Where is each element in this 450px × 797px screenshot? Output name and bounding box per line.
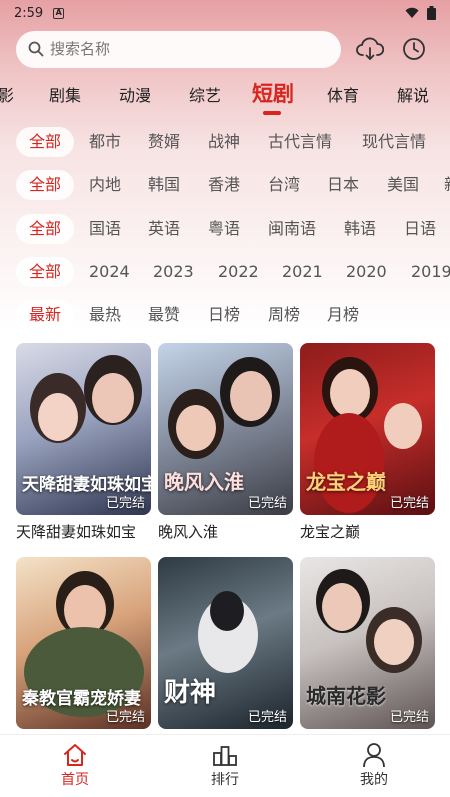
status-time: 2:59: [14, 5, 44, 21]
filter-chip[interactable]: 全部: [16, 214, 75, 244]
search-input[interactable]: [50, 40, 310, 58]
active-tab-indicator: [263, 111, 281, 115]
search-row: [16, 30, 436, 68]
video-poster[interactable]: 龙宝之巅 已完结: [300, 343, 435, 515]
home-icon: [64, 744, 86, 766]
status-badge: 已完结: [105, 496, 145, 511]
filter-chip[interactable]: 2023: [153, 257, 194, 287]
filter-chip[interactable]: 2024: [89, 257, 130, 287]
filter-chip[interactable]: 都市: [89, 127, 121, 157]
video-card[interactable]: 财神 已完结: [158, 557, 293, 735]
poster-title: 龙宝之巅: [306, 470, 386, 494]
status-badge: 已完结: [247, 710, 287, 725]
battery-icon: [427, 6, 436, 20]
filter-chip[interactable]: 2021: [282, 257, 323, 287]
tab-movie[interactable]: 影: [0, 82, 14, 106]
poster-title: 财神: [164, 678, 217, 708]
bottom-navigation: 首页 排行 我的: [0, 734, 450, 797]
poster-title: 城南花影: [306, 684, 386, 708]
filter-chip[interactable]: 国语: [89, 214, 121, 244]
nav-home-label: 首页: [61, 772, 89, 788]
filter-chip[interactable]: 月榜: [327, 300, 359, 330]
tab-series[interactable]: 剧集: [49, 82, 81, 106]
filter-row-genre: 全部 都市 赘婿 战神 古代言情 现代言情: [0, 125, 450, 159]
filter-chip[interactable]: 全部: [16, 170, 75, 200]
video-poster[interactable]: 天降甜妻如珠如宝 已完结: [16, 343, 151, 515]
ranking-icon: [213, 746, 237, 766]
nav-ranking[interactable]: 排行: [185, 741, 265, 789]
video-poster[interactable]: 城南花影 已完结: [300, 557, 435, 729]
filter-chip[interactable]: 台湾: [268, 170, 300, 200]
filter-chip[interactable]: 日榜: [208, 300, 240, 330]
wifi-icon: [405, 7, 419, 18]
tab-sports[interactable]: 体育: [327, 82, 359, 106]
filter-row-sort: 最新 最热 最赞 日榜 周榜 月榜: [0, 298, 450, 332]
tab-commentary[interactable]: 解说: [397, 82, 429, 106]
video-card[interactable]: 晚风入淮 已完结 晚风入淮: [158, 343, 293, 542]
notification-icon: A: [53, 7, 65, 19]
filter-chip[interactable]: 韩国: [148, 170, 180, 200]
filter-chip[interactable]: 古代言情: [268, 127, 332, 157]
clock-icon: [403, 38, 425, 60]
filter-chip[interactable]: 香港: [208, 170, 240, 200]
video-title[interactable]: 晚风入淮: [158, 521, 293, 542]
filter-chip[interactable]: 美国: [387, 170, 419, 200]
search-box[interactable]: [16, 30, 341, 68]
poster-title: 晚风入淮: [164, 470, 244, 494]
status-badge: 已完结: [389, 496, 429, 511]
status-badge: 已完结: [105, 710, 145, 725]
video-card[interactable]: 城南花影 已完结: [300, 557, 435, 735]
tab-variety[interactable]: 综艺: [189, 82, 221, 106]
filter-chip[interactable]: 全部: [16, 127, 75, 157]
filter-row-language: 全部 国语 英语 粤语 闽南语 韩语 日语: [0, 212, 450, 246]
filter-chip[interactable]: 日本: [327, 170, 359, 200]
video-poster[interactable]: 财神 已完结: [158, 557, 293, 729]
filter-chip[interactable]: 现代言情: [362, 127, 426, 157]
filter-chip[interactable]: 周榜: [268, 300, 300, 330]
filter-chip[interactable]: 最赞: [148, 300, 180, 330]
status-bar: 2:59 A: [0, 0, 450, 26]
filter-chip[interactable]: 全部: [16, 257, 75, 287]
nav-profile[interactable]: 我的: [334, 741, 414, 789]
tab-short-drama[interactable]: 短剧: [252, 78, 294, 108]
tab-anime[interactable]: 动漫: [119, 82, 151, 106]
video-card[interactable]: 龙宝之巅 已完结 龙宝之巅: [300, 343, 435, 542]
filter-chip[interactable]: 2020: [346, 257, 387, 287]
video-card[interactable]: 天降甜妻如珠如宝 已完结 天降甜妻如珠如宝: [16, 343, 151, 542]
video-title[interactable]: 天降甜妻如珠如宝: [16, 521, 151, 542]
nav-profile-label: 我的: [360, 772, 388, 788]
category-tabs: 影 剧集 动漫 综艺 短剧 体育 解说: [0, 76, 450, 120]
filter-chip[interactable]: 日语: [404, 214, 436, 244]
filter-chip[interactable]: 2022: [218, 257, 259, 287]
filter-chip[interactable]: 英语: [148, 214, 180, 244]
search-icon: [28, 41, 44, 57]
filter-row-year: 全部 2024 2023 2022 2021 2020 2019: [0, 255, 450, 289]
filter-chip[interactable]: 内地: [89, 170, 121, 200]
status-badge: 已完结: [247, 496, 287, 511]
filter-chip[interactable]: 韩语: [344, 214, 376, 244]
filter-chip[interactable]: 粤语: [208, 214, 240, 244]
video-poster[interactable]: 秦教官霸宠娇妻 已完结: [16, 557, 151, 729]
video-poster[interactable]: 晚风入淮 已完结: [158, 343, 293, 515]
filter-chip[interactable]: 赘婿: [148, 127, 180, 157]
filter-row-region: 全部 内地 韩国 香港 台湾 日本 美国 新: [0, 168, 450, 202]
video-card[interactable]: 秦教官霸宠娇妻 已完结: [16, 557, 151, 735]
cloud-download-icon: [356, 37, 384, 60]
filter-chip[interactable]: 战神: [208, 127, 240, 157]
filter-chip[interactable]: 新: [444, 170, 450, 200]
download-button[interactable]: [356, 35, 384, 63]
filter-chip[interactable]: 最热: [89, 300, 121, 330]
nav-ranking-label: 排行: [211, 772, 239, 788]
video-title[interactable]: 龙宝之巅: [300, 521, 435, 542]
filter-chip[interactable]: 闽南语: [268, 214, 316, 244]
filter-chip[interactable]: 最新: [16, 300, 75, 330]
person-icon: [363, 743, 385, 768]
filter-chip[interactable]: 2019: [411, 257, 450, 287]
nav-home[interactable]: 首页: [35, 741, 115, 789]
status-badge: 已完结: [389, 710, 429, 725]
history-button[interactable]: [400, 35, 428, 63]
